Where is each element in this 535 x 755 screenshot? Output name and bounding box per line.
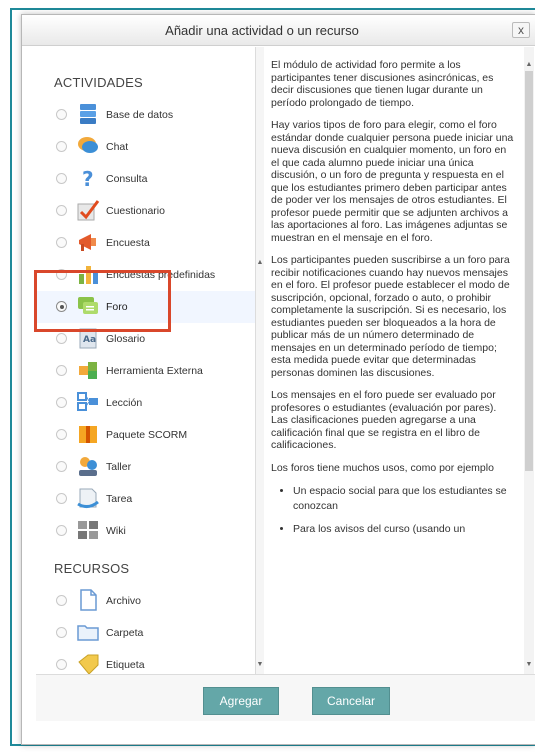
option-cuestionario[interactable]: Cuestionario	[36, 195, 255, 227]
option-taller[interactable]: Taller	[36, 451, 255, 483]
radio-button[interactable]	[56, 627, 67, 638]
option-label: Herramienta Externa	[106, 365, 203, 377]
description-list-item: Un espacio social para que los estudiant…	[293, 484, 515, 514]
description-panel: El módulo de actividad foro permite a lo…	[271, 59, 515, 674]
option-label: Wiki	[106, 525, 126, 537]
radio-button[interactable]	[56, 109, 67, 120]
question-icon: ?	[82, 167, 94, 190]
option-label: Glosario	[106, 333, 146, 345]
option-label: Etiqueta	[106, 659, 145, 671]
description-scrollbar[interactable]: ▲ ▼	[524, 47, 534, 674]
radio-button[interactable]	[56, 205, 67, 216]
options-scrollbar[interactable]: ▲ ▼	[256, 47, 264, 674]
option-encuestas-predefinidas[interactable]: Encuestas predefinidas	[36, 259, 255, 291]
dialog-header: Añadir una actividad o un recurso x	[22, 15, 535, 46]
svg-text:Aa: Aa	[83, 335, 96, 345]
option-carpeta[interactable]: Carpeta	[36, 617, 255, 649]
option-label: Archivo	[106, 595, 142, 607]
database-icon	[80, 104, 96, 124]
close-button[interactable]: x	[512, 22, 530, 38]
radio-button[interactable]	[56, 333, 67, 344]
description-paragraph: El módulo de actividad foro permite a lo…	[271, 59, 494, 109]
option-label: Chat	[106, 141, 129, 153]
option-base-de-datos[interactable]: Base de datos	[36, 99, 255, 131]
scrollbar-thumb[interactable]	[525, 71, 533, 471]
scroll-up-arrow-icon[interactable]: ▲	[525, 61, 533, 69]
option-leccion[interactable]: Lección	[36, 387, 255, 419]
option-label: Carpeta	[106, 627, 144, 639]
dialog-title: Añadir una actividad o un recurso	[165, 23, 359, 38]
assignment-icon	[77, 488, 99, 509]
options-panel: ACTIVIDADES Base de datos Chat ? Consult…	[36, 47, 256, 674]
radio-button[interactable]	[56, 525, 67, 536]
scroll-down-arrow-icon[interactable]: ▼	[525, 661, 533, 669]
glossary-icon: Aa	[79, 328, 97, 349]
dialog-footer: Agregar Cancelar	[36, 674, 535, 721]
bar-chart-icon	[79, 266, 98, 284]
puzzle-icon	[79, 362, 97, 379]
label-icon	[78, 654, 99, 674]
scroll-down-arrow-icon[interactable]: ▼	[256, 661, 264, 669]
option-herramienta-externa[interactable]: Herramienta Externa	[36, 355, 255, 387]
radio-button[interactable]	[56, 269, 67, 280]
radio-button[interactable]	[56, 595, 67, 606]
description-list: Un espacio social para que los estudiant…	[271, 484, 515, 537]
file-icon	[80, 589, 97, 611]
resources-heading: RECURSOS	[54, 561, 130, 576]
option-consulta[interactable]: ? Consulta	[36, 163, 255, 195]
option-paquete-scorm[interactable]: Paquete SCORM	[36, 419, 255, 451]
option-wiki[interactable]: Wiki	[36, 515, 255, 547]
wiki-icon	[78, 521, 98, 539]
megaphone-icon	[79, 234, 96, 251]
checkmark-icon	[77, 200, 100, 221]
workshop-icon	[79, 457, 97, 476]
activities-heading: ACTIVIDADES	[54, 75, 143, 90]
scorm-icon	[79, 426, 97, 443]
description-paragraph: Hay varios tipos de foro para elegir, co…	[271, 119, 514, 244]
option-label: Encuestas predefinidas	[106, 269, 216, 281]
option-label: Base de datos	[106, 109, 174, 121]
add-activity-dialog: Añadir una actividad o un recurso x ACTI…	[21, 14, 535, 745]
option-encuesta[interactable]: Encuesta	[36, 227, 255, 259]
option-label: Lección	[106, 397, 143, 409]
option-label: Consulta	[106, 173, 148, 185]
radio-button[interactable]	[56, 141, 67, 152]
option-label: Foro	[106, 301, 128, 313]
svg-text:?: ?	[82, 167, 94, 190]
option-etiqueta[interactable]: Etiqueta	[36, 649, 255, 674]
radio-button[interactable]	[56, 493, 67, 504]
option-archivo[interactable]: Archivo	[36, 585, 255, 617]
radio-button[interactable]	[56, 461, 67, 472]
radio-button[interactable]	[56, 301, 67, 312]
option-glosario[interactable]: Aa Glosario	[36, 323, 255, 355]
add-button[interactable]: Agregar	[203, 687, 279, 715]
forum-icon	[78, 297, 98, 314]
option-label: Tarea	[106, 493, 133, 505]
radio-button[interactable]	[56, 659, 67, 670]
option-label: Paquete SCORM	[106, 429, 188, 441]
radio-button[interactable]	[56, 397, 67, 408]
radio-button[interactable]	[56, 429, 67, 440]
option-chat[interactable]: Chat	[36, 131, 255, 163]
lesson-icon	[77, 392, 98, 411]
radio-button[interactable]	[56, 237, 67, 248]
description-paragraph: Los foros tiene muchos usos, como por ej…	[271, 461, 494, 474]
description-list-item: Para los avisos del curso (usando un	[293, 522, 515, 537]
option-tarea[interactable]: Tarea	[36, 483, 255, 515]
chat-icon	[78, 137, 98, 153]
option-label: Taller	[106, 461, 132, 473]
option-label: Encuesta	[106, 237, 150, 249]
radio-button[interactable]	[56, 365, 67, 376]
option-label: Cuestionario	[106, 205, 165, 217]
description-paragraph: Los mensajes en el foro puede ser evalua…	[271, 389, 497, 451]
radio-button[interactable]	[56, 173, 67, 184]
option-foro[interactable]: Foro	[36, 291, 255, 323]
scroll-up-arrow-icon[interactable]: ▲	[256, 259, 264, 267]
cancel-button[interactable]: Cancelar	[312, 687, 390, 715]
folder-icon	[77, 625, 99, 641]
description-paragraph: Los participantes pueden suscribirse a u…	[271, 254, 510, 379]
